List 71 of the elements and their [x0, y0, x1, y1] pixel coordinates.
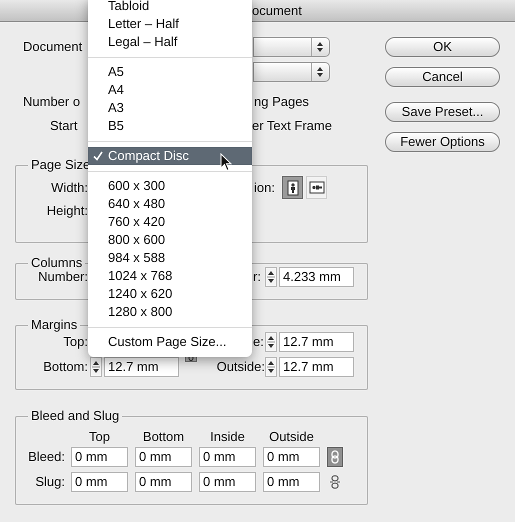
field-label: Slug:: [34, 473, 65, 492]
menu-item[interactable]: Letter – Half: [88, 15, 252, 33]
stepper-icon[interactable]: [265, 332, 277, 352]
field-label: Height:: [46, 202, 88, 220]
chain-link-button[interactable]: [327, 447, 343, 467]
field-label: r:: [253, 268, 262, 286]
landscape-page-icon: [308, 181, 324, 194]
menu-item[interactable]: 1280 x 800: [88, 303, 252, 321]
field-label: er Text Frame: [252, 117, 332, 136]
dialog-button[interactable]: Fewer Options: [385, 132, 500, 152]
column-header: Bottom: [142, 428, 186, 446]
input-field[interactable]: 0 mm: [135, 472, 192, 492]
check-icon: [93, 151, 103, 161]
column-header: Inside: [209, 428, 246, 446]
orientation-button[interactable]: [282, 176, 303, 199]
input-field[interactable]: 12.7 mm: [279, 332, 354, 352]
input-field[interactable]: 0 mm: [135, 447, 192, 467]
menu-item[interactable]: 1024 x 768: [88, 267, 252, 285]
field-label: Start: [50, 118, 78, 134]
chain-link-icon: [331, 450, 339, 464]
field-label: e:: [253, 333, 265, 352]
dropdown[interactable]: [253, 37, 330, 57]
menu-item[interactable]: A3: [88, 99, 252, 117]
dialog-button[interactable]: OK: [385, 37, 500, 57]
broken-chain-icon: [330, 475, 340, 489]
menu-item[interactable]: 760 x 420: [88, 213, 252, 231]
input-field[interactable]: 0 mm: [199, 472, 256, 492]
dialog-button[interactable]: Cancel: [385, 67, 500, 87]
stepper-icon[interactable]: [265, 267, 277, 287]
field-label: Bleed:: [27, 448, 65, 466]
menu-item[interactable]: Compact Disc: [88, 147, 252, 165]
field-label: Bottom:: [42, 358, 88, 376]
field-label: Number o: [23, 94, 80, 110]
column-header: Top: [88, 428, 111, 446]
menu-item[interactable]: 640 x 480: [88, 195, 252, 213]
menu-item[interactable]: B5: [88, 117, 252, 135]
dialog-button[interactable]: Save Preset...: [385, 102, 500, 122]
portrait-page-icon: [286, 180, 298, 196]
column-header: Outside: [268, 428, 315, 446]
window-title: ocument: [252, 3, 302, 18]
field-label: ng Pages: [254, 93, 309, 112]
menu-item[interactable]: Tabloid: [88, 0, 252, 15]
input-field[interactable]: 0 mm: [263, 447, 320, 467]
menu-item[interactable]: 984 x 588: [88, 249, 252, 267]
field-label: Number:: [37, 268, 88, 286]
menu-item[interactable]: 800 x 600: [88, 231, 252, 249]
stepper-icon[interactable]: [90, 357, 102, 377]
group-title: Margins: [28, 317, 80, 333]
menu-item[interactable]: 600 x 300: [88, 177, 252, 195]
input-field[interactable]: 4.233 mm: [279, 267, 354, 287]
menu-item[interactable]: 1240 x 620: [88, 285, 252, 303]
menu-item[interactable]: A4: [88, 81, 252, 99]
field-label: Top:: [62, 333, 88, 352]
field-label: Width:: [50, 178, 88, 197]
field-label: ion:: [254, 178, 276, 197]
input-field[interactable]: 0 mm: [71, 472, 128, 492]
menu-item[interactable]: A5: [88, 63, 252, 81]
broken-chain-button[interactable]: [327, 472, 343, 492]
input-field[interactable]: 12.7 mm: [104, 357, 179, 377]
stepper-icon[interactable]: [265, 357, 277, 377]
pointer-icon: [220, 153, 232, 172]
input-field[interactable]: 12.7 mm: [279, 357, 354, 377]
menu-item[interactable]: Legal – Half: [88, 33, 252, 51]
input-field[interactable]: 0 mm: [199, 447, 256, 467]
menu-item[interactable]: Custom Page Size...: [88, 333, 252, 351]
input-field[interactable]: 0 mm: [263, 472, 320, 492]
field-label: Outside:: [216, 358, 265, 376]
dropdown[interactable]: [253, 62, 330, 82]
field-label: Document: [23, 39, 82, 54]
input-field[interactable]: 0 mm: [71, 447, 128, 467]
group-title: Bleed and Slug: [28, 408, 122, 424]
